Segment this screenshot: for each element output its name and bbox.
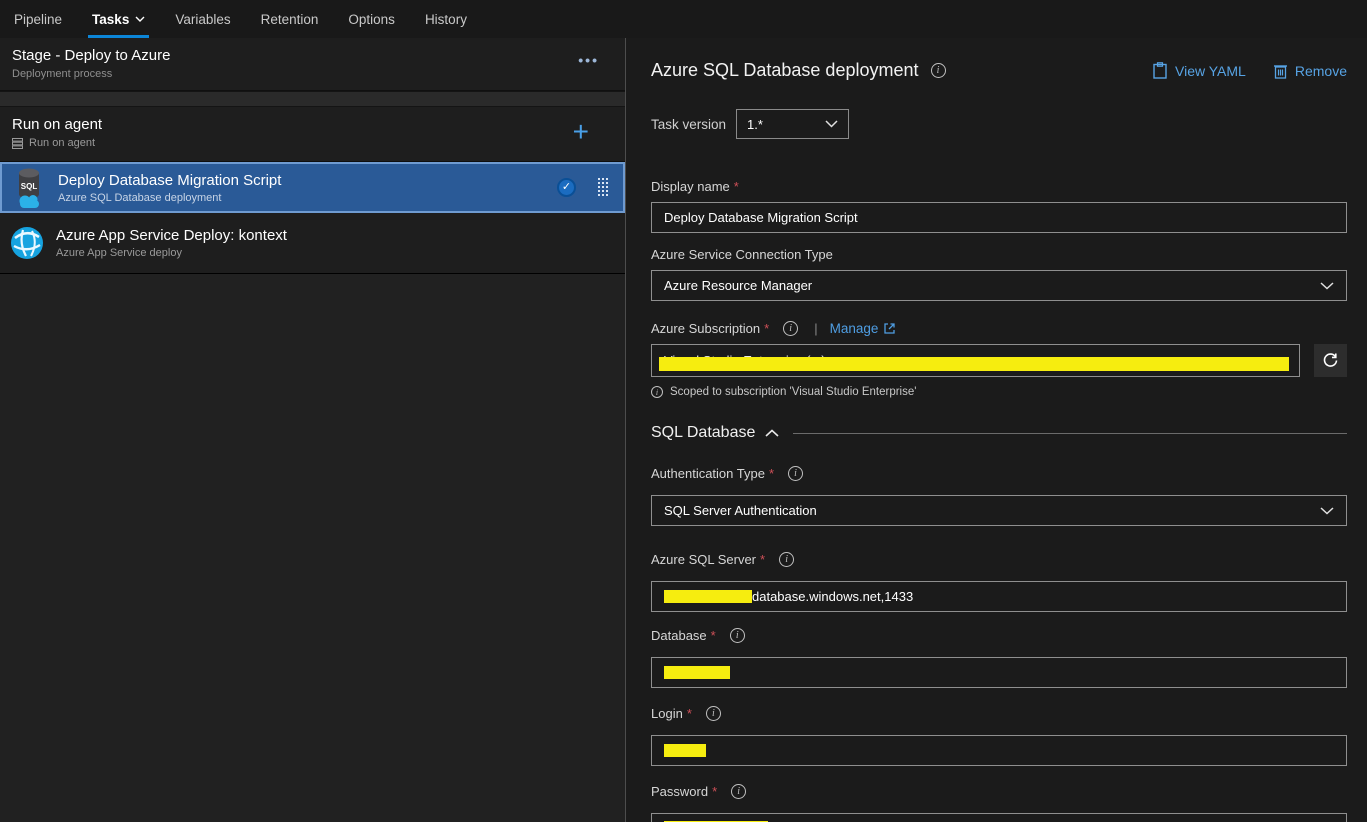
tab-tasks[interactable]: Tasks [90, 0, 147, 38]
task-item-azure-app-service-deploy[interactable]: Azure App Service Deploy: kontext Azure … [0, 213, 625, 274]
auth-type-label: Authentication Type [651, 466, 765, 481]
section-divider [793, 433, 1347, 434]
chevron-down-icon [1320, 282, 1334, 290]
redaction-highlight [664, 590, 752, 603]
chevron-down-icon [825, 120, 838, 128]
sql-database-section-header[interactable]: SQL Database [651, 424, 1347, 442]
info-icon: i [651, 386, 663, 398]
info-icon[interactable]: i [730, 628, 745, 643]
refresh-icon [1322, 352, 1339, 369]
tab-pipeline[interactable]: Pipeline [12, 0, 64, 38]
task-subtitle: Azure App Service deploy [56, 247, 615, 259]
display-name-input[interactable]: Deploy Database Migration Script [651, 202, 1347, 233]
subscription-scope-note: i Scoped to subscription 'Visual Studio … [651, 386, 1347, 398]
stage-title: Stage - Deploy to Azure [12, 47, 613, 64]
redaction-highlight [664, 744, 706, 757]
stage-subtitle: Deployment process [12, 68, 613, 80]
required-asterisk: * [687, 706, 692, 721]
panel-separator [0, 91, 625, 107]
sql-server-label: Azure SQL Server [651, 552, 756, 567]
info-icon[interactable]: i [788, 466, 803, 481]
more-options-button[interactable]: ••• [578, 52, 599, 68]
chevron-down-icon [135, 16, 145, 22]
remove-task-button[interactable]: Remove [1274, 63, 1347, 79]
azure-devops-pipeline-editor: Pipeline Tasks Variables Retention Optio… [0, 0, 1367, 822]
info-icon[interactable]: i [779, 552, 794, 567]
tab-history[interactable]: History [423, 0, 469, 38]
chevron-down-icon [1320, 507, 1334, 515]
required-asterisk: * [711, 628, 716, 643]
add-task-button[interactable]: + [573, 117, 589, 147]
azure-app-service-icon [10, 226, 44, 260]
task-version-label: Task version [651, 117, 726, 132]
task-detail-title: Azure SQL Database deployment [651, 60, 919, 81]
task-title: Azure App Service Deploy: kontext [56, 227, 615, 244]
agent-job-subtitle: Run on agent [12, 137, 613, 149]
redaction-highlight [664, 666, 730, 679]
login-label: Login [651, 706, 683, 721]
section-title: SQL Database [651, 424, 755, 442]
clipboard-icon [1153, 62, 1167, 79]
required-asterisk: * [734, 179, 739, 194]
svg-text:SQL: SQL [21, 182, 38, 191]
task-item-deploy-database-migration-script[interactable]: SQL Deploy Database Migration Script Azu… [0, 162, 625, 213]
display-name-label: Display name [651, 179, 730, 194]
subscription-label: Azure Subscription [651, 321, 760, 336]
detail-header: Azure SQL Database deployment i View YAM… [651, 60, 1347, 81]
password-label: Password [651, 784, 708, 799]
sql-server-input[interactable]: database.windows.net,1433 [651, 581, 1347, 612]
task-subtitle: Azure SQL Database deployment [58, 192, 545, 204]
agent-job-title: Run on agent [12, 116, 613, 133]
drag-handle-icon[interactable] [598, 178, 609, 198]
agent-job-header[interactable]: Run on agent Run on agent + [0, 107, 625, 162]
database-label: Database [651, 628, 707, 643]
trash-icon [1274, 63, 1287, 79]
task-version-select[interactable]: 1.* [736, 109, 849, 139]
redaction-highlight [659, 357, 1289, 371]
chevron-up-icon [765, 429, 779, 437]
info-icon[interactable]: i [706, 706, 721, 721]
external-link-icon [884, 323, 895, 334]
stage-header: Stage - Deploy to Azure Deployment proce… [0, 38, 625, 91]
database-input[interactable] [651, 657, 1347, 688]
manage-subscription-link[interactable]: Manage [830, 321, 896, 336]
required-asterisk: * [760, 552, 765, 567]
connection-type-select[interactable]: Azure Resource Manager [651, 270, 1347, 301]
required-asterisk: * [712, 784, 717, 799]
agent-icon [12, 138, 23, 149]
password-input[interactable] [651, 813, 1347, 822]
refresh-subscriptions-button[interactable] [1314, 344, 1347, 377]
login-input[interactable] [651, 735, 1347, 766]
stage-tasks-panel: Stage - Deploy to Azure Deployment proce… [0, 38, 626, 822]
task-detail-panel: Azure SQL Database deployment i View YAM… [627, 38, 1367, 822]
info-icon[interactable]: i [931, 63, 946, 78]
subscription-select[interactable]: Visual Studio Enterprise (...) [651, 344, 1300, 377]
tab-variables[interactable]: Variables [173, 0, 232, 38]
task-title: Deploy Database Migration Script [58, 172, 545, 189]
view-yaml-button[interactable]: View YAML [1153, 62, 1246, 79]
azure-sql-database-icon: SQL [12, 166, 46, 210]
required-asterisk: * [769, 466, 774, 481]
connection-type-label: Azure Service Connection Type [651, 247, 833, 262]
redacted-subscription-value: Visual Studio Enterprise (...) [664, 353, 826, 368]
info-icon[interactable]: i [731, 784, 746, 799]
required-asterisk: * [764, 321, 769, 336]
auth-type-select[interactable]: SQL Server Authentication [651, 495, 1347, 526]
tab-options[interactable]: Options [346, 0, 397, 38]
tab-retention[interactable]: Retention [259, 0, 321, 38]
task-enabled-check-icon[interactable]: ✓ [557, 178, 576, 197]
top-nav: Pipeline Tasks Variables Retention Optio… [0, 0, 1367, 38]
info-icon[interactable]: i [783, 321, 798, 336]
